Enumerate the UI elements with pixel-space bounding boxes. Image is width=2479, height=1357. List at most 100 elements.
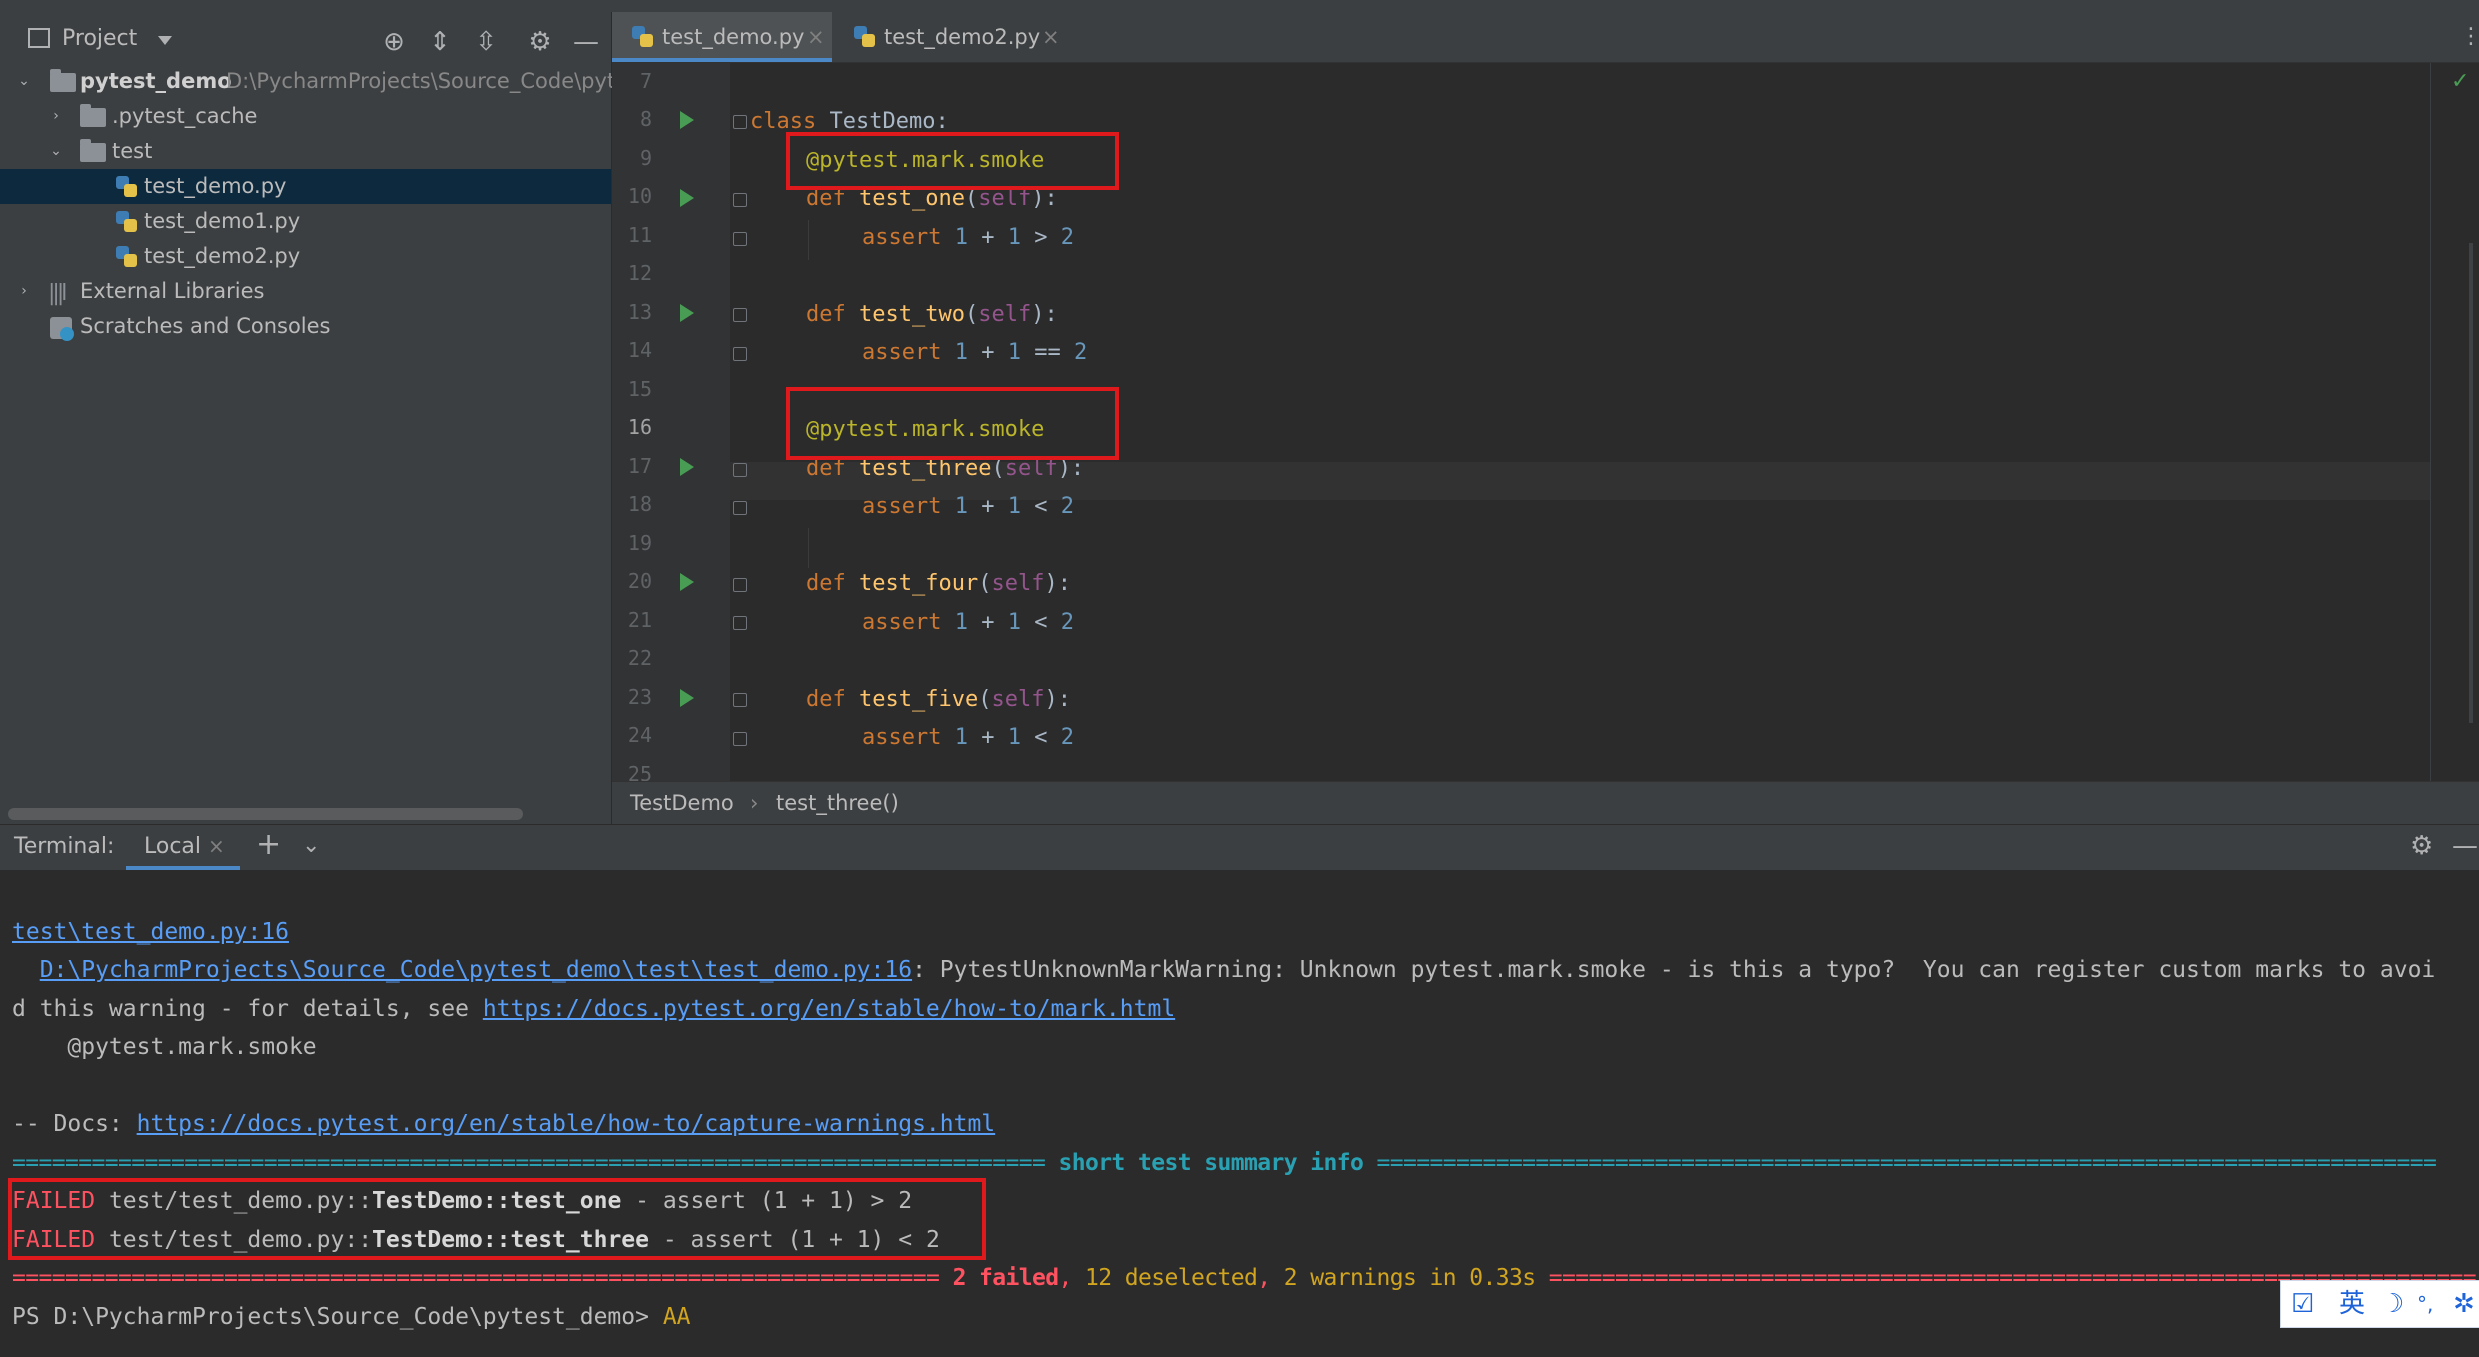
terminal-line: test\test_demo.py:16 [12,913,289,951]
minimize-icon[interactable]: — [570,26,602,58]
run-icon[interactable] [680,573,694,591]
code-line: assert 1 + 1 < 2 [862,610,1074,635]
fold-icon[interactable] [733,501,747,515]
fold-icon[interactable] [733,693,747,707]
project-view-icon[interactable] [28,28,50,48]
tab-test-demo2[interactable]: test_demo2.py × [834,12,1064,62]
run-icon[interactable] [680,111,694,129]
terminal-header: Terminal: Local × + ⌄ ⚙ — [0,824,2479,871]
collapse-all-icon[interactable]: ⇳ [470,26,502,58]
fold-icon[interactable] [733,308,747,322]
line-number: 10 [627,184,652,208]
moon-icon[interactable]: ☽ [2381,1281,2404,1327]
file-link[interactable]: D:\PycharmProjects\Source_Code\pytest_de… [40,957,912,983]
run-icon[interactable] [680,304,694,322]
breadcrumb-item[interactable]: TestDemo [630,782,734,824]
minimize-icon[interactable]: — [2452,831,2478,861]
chevron-down-icon[interactable]: ⌄ [14,64,34,99]
scrollbar-track[interactable] [2469,243,2473,723]
fold-icon[interactable] [733,115,747,129]
docs-link[interactable]: https://docs.pytest.org/en/stable/how-to… [483,996,1175,1022]
line-number: 9 [639,146,652,170]
code-line: assert 1 + 1 > 2 [862,225,1074,250]
prompt-input[interactable]: AA [663,1304,691,1330]
file-link[interactable]: test\test_demo.py:16 [12,919,289,945]
tree-item-pytest-demo[interactable]: ⌄ pytest_demo D:\PycharmProjects\Source_… [0,64,628,99]
add-terminal-icon[interactable]: + [256,827,281,862]
ime-language-toggle[interactable]: 英 [2339,1281,2365,1327]
chevron-right-icon[interactable]: › [14,274,34,309]
expand-all-icon[interactable]: ⇕ [424,26,456,58]
more-icon[interactable]: ⋮ [2460,24,2479,49]
tree-item-label: External Libraries [80,279,265,303]
fold-icon[interactable] [733,193,747,207]
close-icon[interactable]: × [1042,12,1060,62]
terminal-line: d this warning - for details, see https:… [12,996,1176,1022]
line-number: 17 [627,454,652,478]
tree-item-test-demo1[interactable]: test_demo1.py [0,204,611,239]
punctuation-icon[interactable]: °, [2417,1281,2433,1327]
fold-icon[interactable] [733,347,747,361]
code-editor[interactable]: 7 8 9 10 11 12 13 14 15 16 17 18 19 20 2… [612,63,2479,781]
code-line: assert 1 + 1 < 2 [862,494,1074,519]
close-icon[interactable]: × [208,834,225,858]
fold-icon[interactable] [733,232,747,246]
project-title[interactable]: Project [62,26,137,51]
tree-item-test[interactable]: ⌄ test [0,134,611,169]
breadcrumb-item[interactable]: test_three() [776,782,899,824]
line-number: 19 [627,531,652,555]
library-icon: |||l [48,281,67,306]
ime-check-icon[interactable]: ☑ [2291,1281,2314,1327]
fold-icon[interactable] [733,463,747,477]
code-line: assert 1 + 1 == 2 [862,340,1088,365]
project-panel: Project ⊕ ⇕ ⇳ ⚙ — ⌄ pytest_demo D:\Pycha… [0,12,628,824]
tree-item-scratches[interactable]: Scratches and Consoles [0,309,611,344]
line-number: 12 [627,261,652,285]
python-file-icon [116,211,138,233]
gutter: 7 8 9 10 11 12 13 14 15 16 17 18 19 20 2… [612,63,730,781]
locate-icon[interactable]: ⊕ [378,26,410,58]
tab-local[interactable]: Local × [126,825,240,870]
editor-scrollbar[interactable]: ✓ [2430,63,2479,781]
tab-label: test_demo.py [662,25,805,49]
prompt-line[interactable]: PS D:\PycharmProjects\Source_Code\pytest… [12,1298,691,1336]
gear-icon[interactable]: ⚙ [524,26,556,58]
ime-toolbar[interactable]: ☑ 英 ☽ °, ✲ [2280,1280,2479,1328]
chevron-down-icon[interactable]: ⌄ [302,833,320,858]
docs-link[interactable]: https://docs.pytest.org/en/stable/how-to… [137,1111,996,1137]
fold-icon[interactable] [733,578,747,592]
tree-item-pytest-cache[interactable]: › .pytest_cache [0,99,611,134]
tab-label: test_demo2.py [884,25,1041,49]
run-icon[interactable] [680,458,694,476]
horizontal-scrollbar[interactable] [8,808,523,820]
chevron-down-icon[interactable]: ⌄ [46,134,66,169]
terminal-line: @pytest.mark.smoke [12,1034,317,1060]
indent-guide [808,528,809,568]
fold-icon[interactable] [733,616,747,630]
tree-item-label: test_demo.py [144,174,287,198]
ime-settings-icon[interactable]: ✲ [2453,1281,2475,1327]
line-number: 24 [627,723,652,747]
tree-item-test-demo2[interactable]: test_demo2.py [0,239,611,274]
python-file-icon [854,26,876,48]
line-number: 18 [627,492,652,516]
chevron-down-icon[interactable] [158,36,172,45]
terminal-output[interactable]: test\test_demo.py:16 D:\PycharmProjects\… [0,870,2479,1357]
tree-item-external-libraries[interactable]: › |||l External Libraries [0,274,611,309]
indent-guide [808,220,809,260]
line-number: 8 [639,107,652,131]
close-icon[interactable]: × [807,12,825,62]
tree-item-test-demo[interactable]: test_demo.py [0,169,611,204]
chevron-right-icon[interactable]: › [46,99,66,134]
terminal-line: -- Docs: https://docs.pytest.org/en/stab… [12,1111,996,1137]
line-number: 21 [627,608,652,632]
tree-item-label: .pytest_cache [112,104,258,128]
code-line: def test_four(self): [806,571,1071,596]
tab-test-demo[interactable]: test_demo.py × [612,12,832,62]
run-icon[interactable] [680,189,694,207]
highlight-box [8,1178,986,1260]
run-icon[interactable] [680,689,694,707]
code-line: def test_five(self): [806,687,1071,712]
fold-icon[interactable] [733,732,747,746]
gear-icon[interactable]: ⚙ [2410,831,2433,861]
